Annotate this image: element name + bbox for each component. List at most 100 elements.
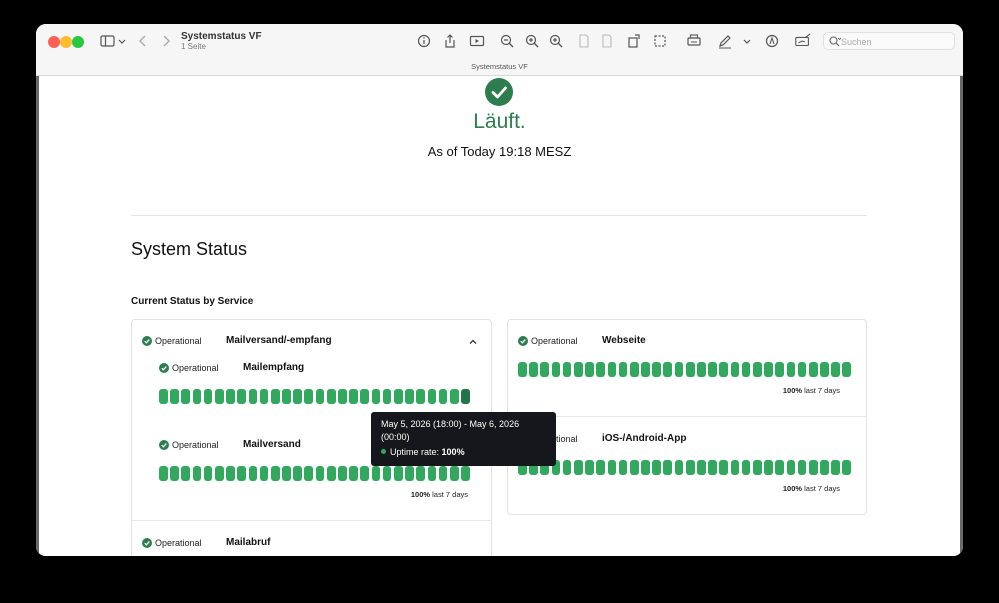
zoom-window-button[interactable]	[72, 36, 84, 48]
uptime-bar[interactable]	[248, 466, 258, 481]
uptime-bar[interactable]	[674, 460, 684, 475]
uptime-bar[interactable]	[797, 362, 807, 377]
uptime-bar[interactable]	[820, 460, 829, 475]
uptime-bar[interactable]	[226, 466, 235, 481]
uptime-bar[interactable]	[360, 389, 370, 404]
uptime-bar[interactable]	[652, 362, 661, 377]
uptime-bar[interactable]	[741, 460, 751, 475]
uptime-bar[interactable]	[170, 389, 179, 404]
uptime-bar[interactable]	[349, 466, 358, 481]
uptime-bar[interactable]	[461, 466, 470, 481]
uptime-bar[interactable]	[764, 460, 773, 475]
uptime-bar[interactable]	[518, 362, 527, 377]
info-icon[interactable]	[415, 32, 433, 50]
uptime-bar[interactable]	[315, 389, 325, 404]
uptime-bar[interactable]	[719, 460, 729, 475]
annotate-icon[interactable]	[763, 32, 781, 50]
uptime-bar[interactable]	[618, 362, 628, 377]
chevron-up-icon[interactable]	[468, 337, 478, 347]
uptime-bar[interactable]	[775, 362, 784, 377]
page-icon[interactable]	[598, 32, 616, 50]
uptime-bar[interactable]	[416, 389, 425, 404]
close-window-button[interactable]	[48, 36, 60, 48]
uptime-bar[interactable]	[304, 389, 314, 404]
uptime-bar[interactable]	[427, 389, 437, 404]
uptime-bar[interactable]	[338, 389, 347, 404]
uptime-bar[interactable]	[259, 389, 269, 404]
uptime-bar[interactable]	[405, 466, 414, 481]
uptime-bar[interactable]	[248, 389, 258, 404]
uptime-bar[interactable]	[170, 466, 179, 481]
zoom-out-icon[interactable]	[498, 32, 516, 50]
uptime-bar[interactable]	[831, 460, 840, 475]
uptime-bar[interactable]	[842, 362, 852, 377]
uptime-bar[interactable]	[607, 460, 617, 475]
back-icon[interactable]	[134, 32, 152, 50]
signature-icon[interactable]	[793, 32, 813, 50]
uptime-bar[interactable]	[641, 362, 650, 377]
uptime-bar[interactable]	[562, 460, 572, 475]
uptime-bar[interactable]	[382, 466, 392, 481]
uptime-bar[interactable]	[371, 466, 381, 481]
zoom-fit-icon[interactable]	[547, 32, 565, 50]
uptime-bar[interactable]	[338, 466, 347, 481]
uptime-bar[interactable]	[393, 389, 403, 404]
uptime-bar[interactable]	[596, 362, 605, 377]
uptime-bar[interactable]	[719, 362, 729, 377]
uptime-bar[interactable]	[786, 460, 796, 475]
uptime-bar[interactable]	[349, 389, 358, 404]
uptime-bar[interactable]	[293, 466, 302, 481]
uptime-bar[interactable]	[214, 389, 224, 404]
uptime-bar[interactable]	[730, 362, 740, 377]
scrollbar-right[interactable]	[960, 76, 963, 556]
uptime-bar[interactable]	[618, 460, 628, 475]
uptime-bar[interactable]	[663, 460, 673, 475]
zoom-in-icon[interactable]	[523, 32, 541, 50]
uptime-bar[interactable]	[775, 460, 784, 475]
uptime-bar[interactable]	[159, 389, 168, 404]
uptime-bar[interactable]	[641, 460, 650, 475]
uptime-bar[interactable]	[282, 389, 291, 404]
uptime-bar[interactable]	[607, 362, 617, 377]
markup-pen-icon[interactable]	[716, 32, 734, 50]
slideshow-icon[interactable]	[468, 32, 486, 50]
uptime-bar[interactable]	[203, 466, 213, 481]
uptime-bar[interactable]	[685, 460, 695, 475]
uptime-bar[interactable]	[427, 466, 437, 481]
uptime-bar[interactable]	[416, 466, 425, 481]
chevron-down-icon[interactable]	[738, 32, 751, 50]
forward-icon[interactable]	[157, 32, 175, 50]
uptime-bar[interactable]	[663, 362, 673, 377]
crop-icon[interactable]	[651, 32, 669, 50]
uptime-bar[interactable]	[449, 389, 459, 404]
search-field[interactable]: Suchen	[823, 32, 955, 50]
uptime-bar[interactable]	[764, 362, 773, 377]
uptime-bar[interactable]	[203, 389, 213, 404]
uptime-bar[interactable]	[192, 389, 202, 404]
print-icon[interactable]	[685, 32, 703, 50]
uptime-bar[interactable]	[573, 362, 583, 377]
uptime-bar[interactable]	[585, 362, 594, 377]
uptime-bar[interactable]	[730, 460, 740, 475]
uptime-bar[interactable]	[181, 389, 191, 404]
uptime-bar[interactable]	[405, 389, 414, 404]
uptime-bar[interactable]	[529, 362, 538, 377]
uptime-bar[interactable]	[270, 466, 280, 481]
uptime-bar[interactable]	[304, 466, 314, 481]
uptime-bar[interactable]	[237, 389, 246, 404]
uptime-bar[interactable]	[315, 466, 325, 481]
uptime-bar[interactable]	[786, 362, 796, 377]
uptime-bar[interactable]	[752, 460, 762, 475]
uptime-bar[interactable]	[259, 466, 269, 481]
uptime-bar[interactable]	[573, 460, 583, 475]
uptime-bar[interactable]	[393, 466, 403, 481]
uptime-bar[interactable]	[697, 362, 706, 377]
uptime-bar[interactable]	[326, 466, 336, 481]
uptime-bar[interactable]	[708, 362, 717, 377]
uptime-bar[interactable]	[797, 460, 807, 475]
uptime-bar[interactable]	[371, 389, 381, 404]
uptime-bar[interactable]	[540, 362, 550, 377]
minimize-window-button[interactable]	[60, 36, 72, 48]
uptime-bar[interactable]	[820, 362, 829, 377]
uptime-bar[interactable]	[438, 389, 448, 404]
